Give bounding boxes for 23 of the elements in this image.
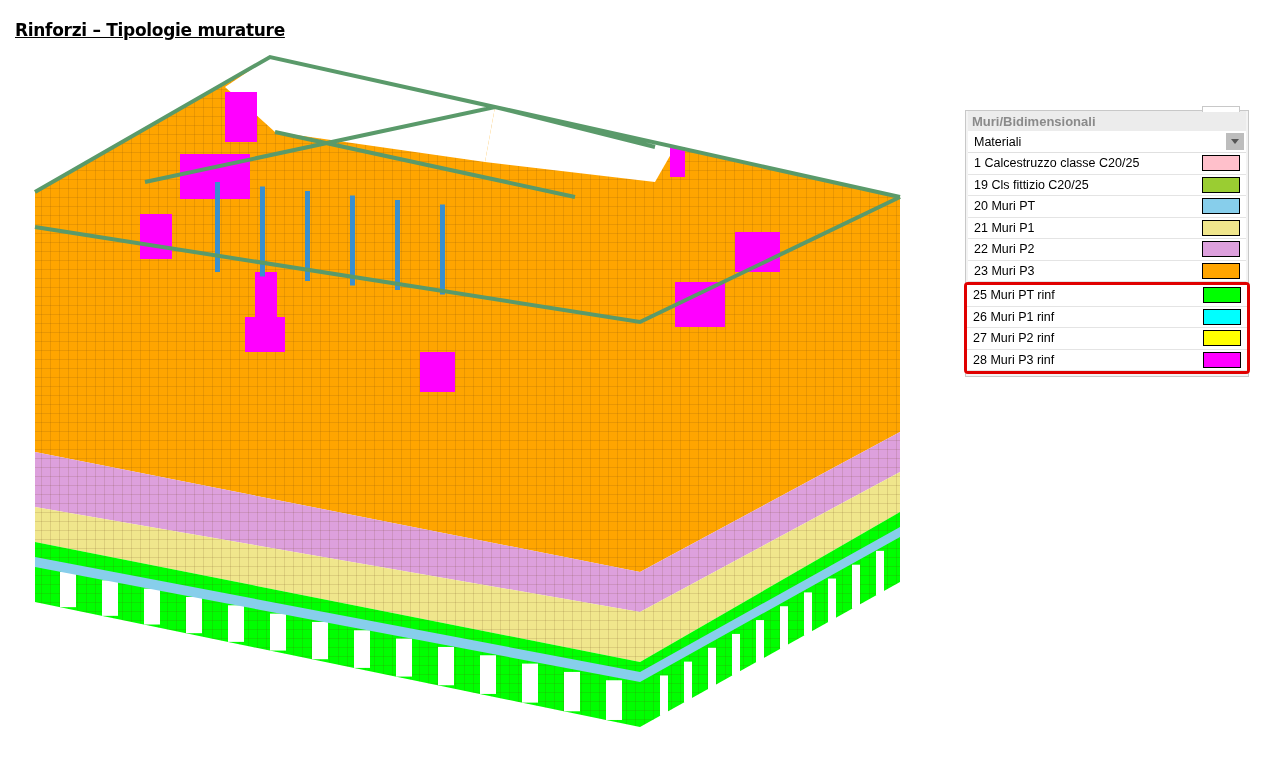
legend-row[interactable]: 23 Muri P3 [968, 260, 1246, 282]
legend-row[interactable]: 19 Cls fittizio C20/25 [968, 174, 1246, 196]
materials-dropdown[interactable]: Materiali [968, 131, 1246, 153]
material-label: 28 Muri P3 rinf [973, 352, 1055, 367]
legend-row[interactable]: 22 Muri P2 [968, 239, 1246, 261]
material-label: 25 Muri PT rinf [973, 288, 1055, 303]
legend-row[interactable]: 21 Muri P1 [968, 217, 1246, 239]
legend-row[interactable]: 20 Muri PT [968, 196, 1246, 218]
material-label: 1 Calcestruzzo classe C20/25 [974, 156, 1140, 171]
material-label: 23 Muri P3 [974, 263, 1035, 278]
legend-row[interactable]: 26 Muri P1 rinf [967, 306, 1247, 328]
legend-row[interactable]: 28 Muri P3 rinf [967, 349, 1247, 371]
legend-row[interactable]: 25 Muri PT rinf [967, 285, 1247, 307]
material-label: 21 Muri P1 [974, 220, 1035, 235]
legend-row[interactable]: 1 Calcestruzzo classe C20/25 [968, 153, 1246, 175]
material-label: 26 Muri P1 rinf [973, 309, 1055, 324]
page-title: Rinforzi – Tipologie murature [15, 20, 286, 40]
material-label: 27 Muri P2 rinf [973, 331, 1055, 346]
material-label: 19 Cls fittizio C20/25 [974, 177, 1089, 192]
panel-header: Muri/Bidimensionali [968, 111, 1246, 131]
material-label: 22 Muri P2 [974, 242, 1035, 257]
material-label: 20 Muri PT [974, 199, 1036, 214]
legend-row[interactable]: 27 Muri P2 rinf [967, 328, 1247, 350]
